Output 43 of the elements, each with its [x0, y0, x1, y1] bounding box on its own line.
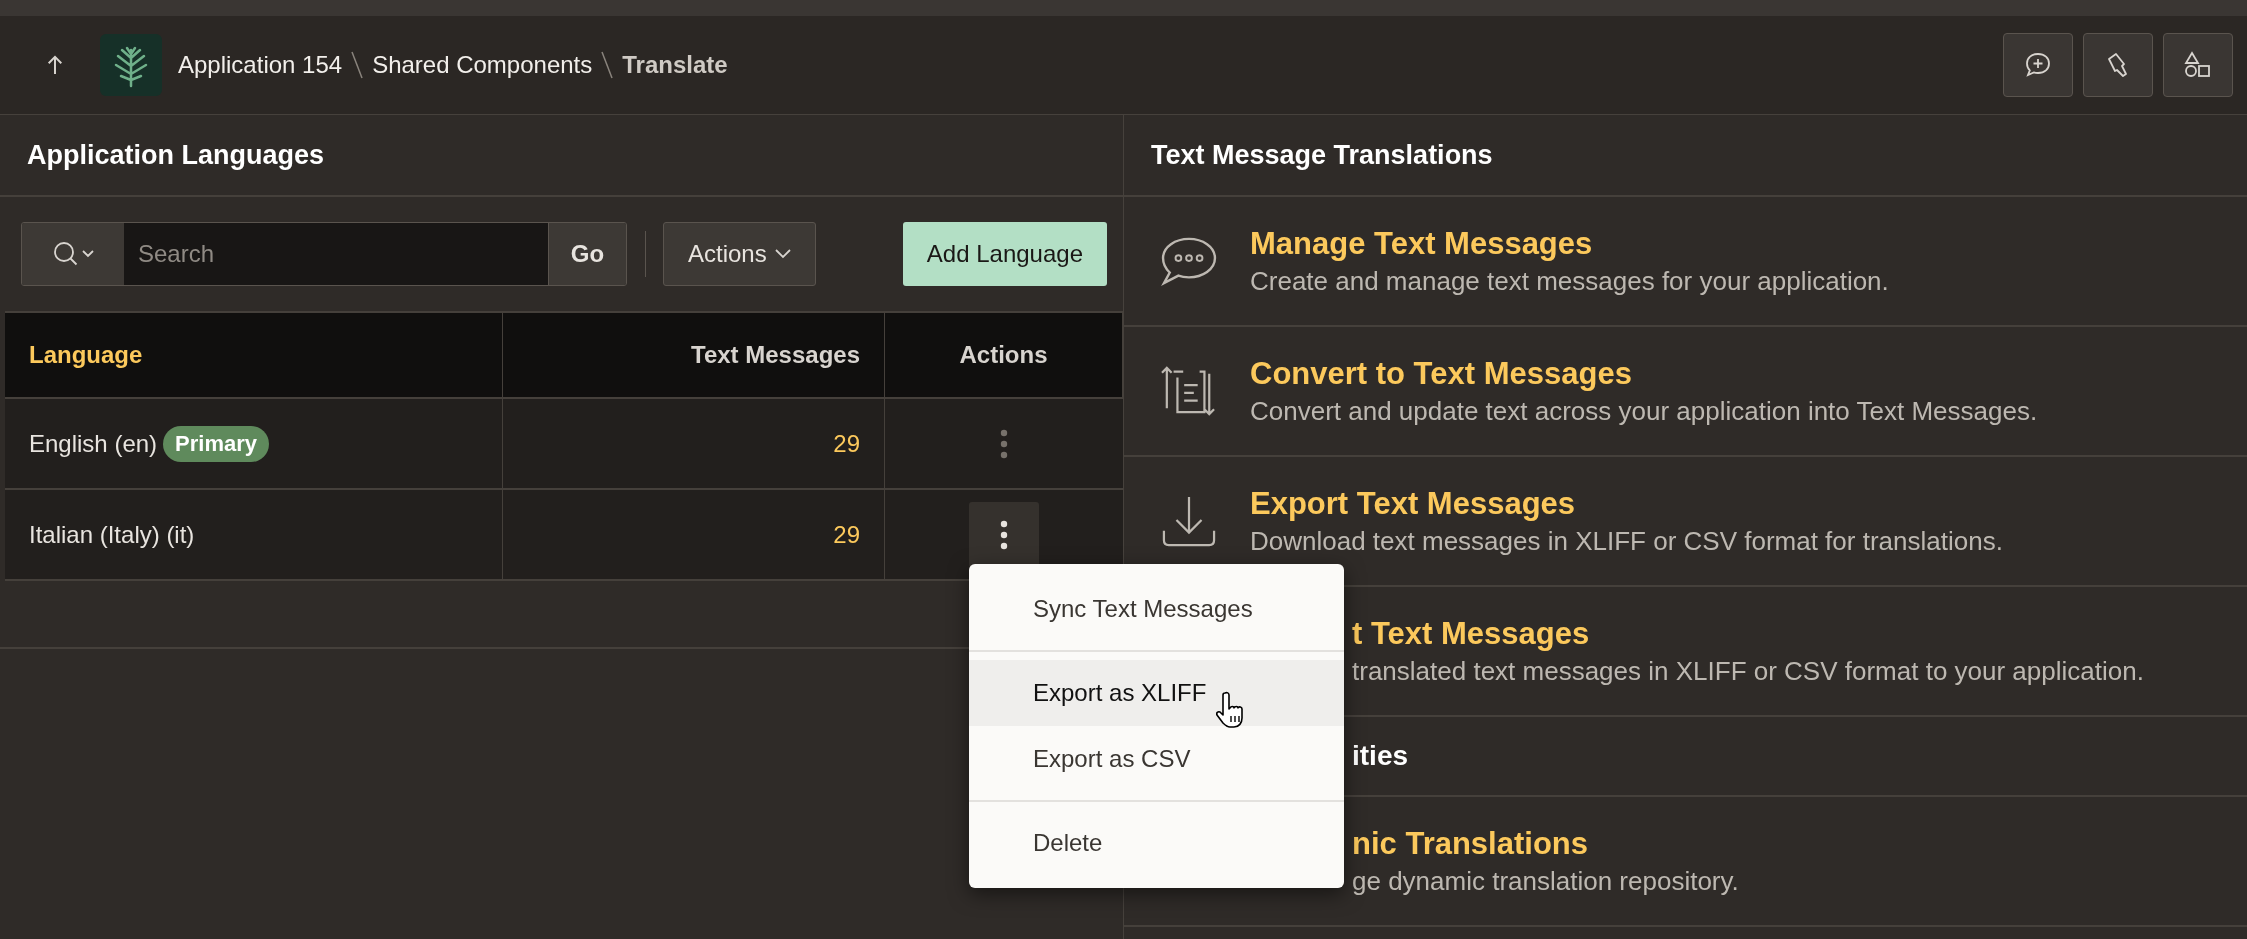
chevron-down-icon [774, 249, 791, 259]
document-arrows-icon [1161, 364, 1217, 418]
actions-button[interactable]: Actions [663, 222, 816, 286]
breadcrumb-link[interactable]: Shared Components [372, 51, 593, 79]
column-header[interactable]: Actions [885, 313, 1123, 397]
breadcrumb-link[interactable]: Application 154 [178, 51, 343, 79]
region-title: Application Languages [0, 115, 1123, 197]
breadcrumb-separator-icon [600, 50, 615, 80]
shapes-icon[interactable] [2163, 33, 2233, 97]
chat-bubble-icon [1160, 236, 1218, 286]
primary-badge: Primary [163, 425, 269, 462]
column-header[interactable]: Language [5, 313, 503, 397]
link-title[interactable]: Manage Text Messages [1250, 225, 1889, 262]
download-icon [1161, 494, 1217, 548]
message-count[interactable]: 29 [833, 520, 860, 549]
link-description: Convert and update text across your application into Text Messages. [1250, 395, 2038, 427]
breadcrumb-link[interactable]: Translate [622, 51, 728, 79]
menu-item[interactable]: Delete [969, 810, 1344, 876]
hand-cursor-icon [1216, 690, 1246, 730]
language-name: English (en) [29, 429, 158, 458]
column-header[interactable]: Text Messages [503, 313, 885, 397]
add-comment-icon[interactable] [2003, 33, 2073, 97]
link-title[interactable]: t Text Messages [1352, 615, 2144, 652]
link-description: translated text messages in XLIFF or CSV format to your application. [1352, 655, 2144, 687]
link-description: Download text messages in XLIFF or CSV format for translations. [1250, 525, 2003, 557]
menu-item[interactable]: Sync Text Messages [969, 576, 1344, 642]
link-title[interactable]: Convert to Text Messages [1250, 355, 2038, 392]
region-title: Text Message Translations [1124, 115, 2247, 197]
message-count[interactable]: 29 [833, 429, 860, 458]
up-arrow-icon[interactable] [46, 54, 64, 76]
row-actions-icon[interactable] [969, 501, 1039, 568]
link-title[interactable]: Export Text Messages [1250, 485, 2003, 522]
breadcrumb-separator-icon [350, 50, 365, 80]
add-language-button[interactable]: Add Language [902, 222, 1107, 286]
app-logo [100, 34, 162, 96]
menu-item[interactable]: Export as CSV [969, 726, 1344, 792]
flashlight-icon[interactable] [2083, 33, 2153, 97]
link-description: Create and manage text messages for your application. [1250, 265, 1889, 297]
language-name: Italian (Italy) (it) [29, 520, 195, 549]
link-title[interactable]: nic Translations [1352, 825, 1739, 862]
link-description: ge dynamic translation repository. [1352, 865, 1739, 897]
menu-item[interactable]: Export as XLIFF [969, 660, 1344, 726]
section-heading: ities [1352, 740, 1409, 772]
